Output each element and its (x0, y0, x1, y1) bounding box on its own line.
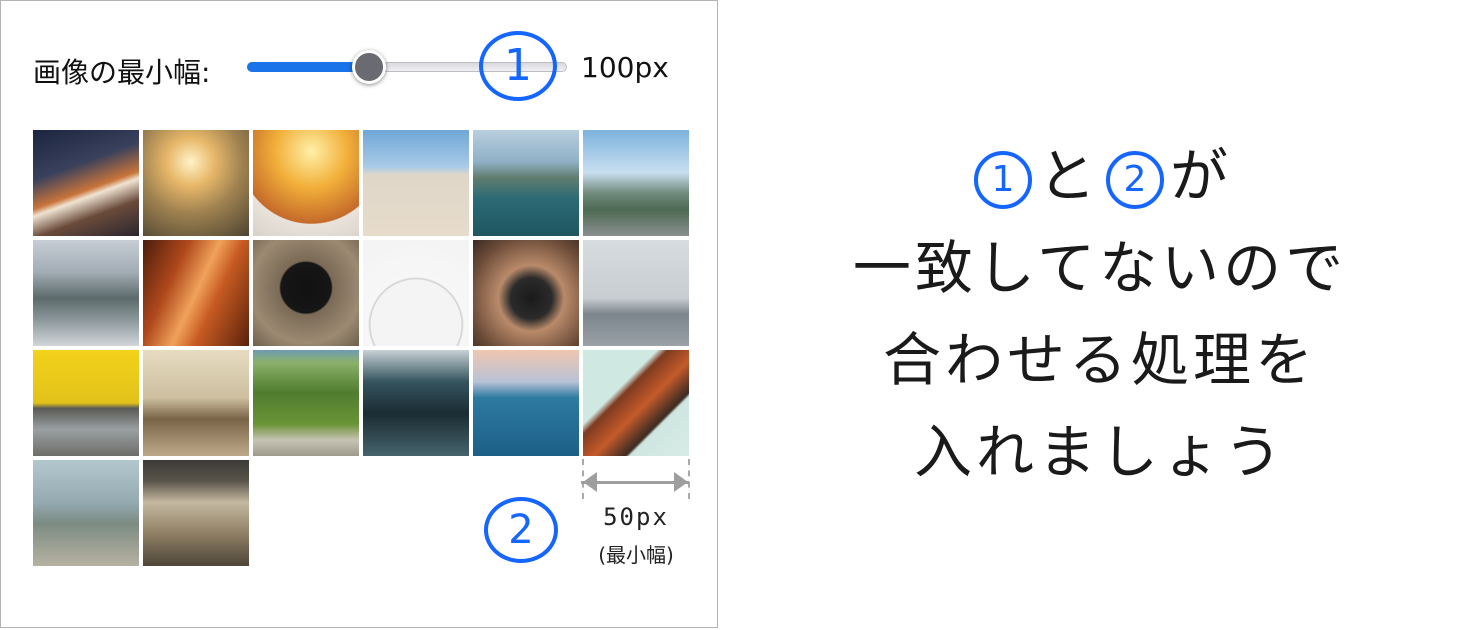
strawberries-photo (253, 130, 359, 236)
slider-thumb[interactable] (352, 50, 386, 84)
explanation-message: 1と2が 一致してないので 合わせる処理を 入れましょう (770, 130, 1430, 498)
clothes-rack-photo (143, 460, 249, 566)
skateboarder-photo (33, 460, 139, 566)
min-width-measure: 50px (最小幅) (581, 459, 691, 569)
slider-label: 画像の最小幅: (33, 56, 211, 89)
woman-sunset-photo (143, 130, 249, 236)
camera-hands-photo (473, 240, 579, 346)
slider-fill (247, 62, 369, 72)
ferris-wheel-photo (363, 240, 469, 346)
sea-rock-photo (473, 350, 579, 456)
vintage-cars-photo (33, 350, 139, 456)
black-dog-photo (253, 240, 359, 346)
tennis-court-photo (253, 350, 359, 456)
slider-value: 100px (581, 51, 669, 84)
measure-line (581, 481, 689, 484)
message-and: と (1037, 142, 1100, 210)
arrow-right-icon (674, 472, 688, 492)
inline-marker-1: 1 (973, 150, 1032, 209)
inline-marker-2: 2 (1106, 150, 1164, 209)
measure-size-label: 50px (603, 503, 669, 531)
misty-mountain-photo (33, 240, 139, 346)
message-line-4: 入れましょう (913, 418, 1286, 486)
message-line-3: 合わせる処理を (882, 326, 1317, 394)
marker-1-annotation: 1 (479, 31, 557, 101)
min-width-slider-row: 画像の最小幅: 100px (33, 47, 693, 91)
stadium-roof-photo (583, 350, 689, 456)
antelope-canyon-photo (143, 240, 249, 346)
coast-cliffs-photo (473, 130, 579, 236)
measure-tick-right (688, 459, 690, 499)
foggy-bridge-photo (583, 240, 689, 346)
message-ga: が (1170, 142, 1233, 210)
mountain-road-photo (583, 130, 689, 236)
beach-photo (363, 130, 469, 236)
arrow-left-icon (583, 472, 597, 492)
measure-note: (最小幅) (598, 543, 674, 567)
escalator-photo (363, 350, 469, 456)
light-trails-photo (33, 130, 139, 236)
bench-couple-photo (143, 350, 249, 456)
demo-panel: 画像の最小幅: 100px 1 2 50px (最小幅) (0, 0, 718, 628)
message-line-2: 一致してないので (852, 234, 1348, 302)
marker-2-annotation: 2 (484, 497, 558, 563)
message-line-1: 1と2が (770, 130, 1430, 222)
